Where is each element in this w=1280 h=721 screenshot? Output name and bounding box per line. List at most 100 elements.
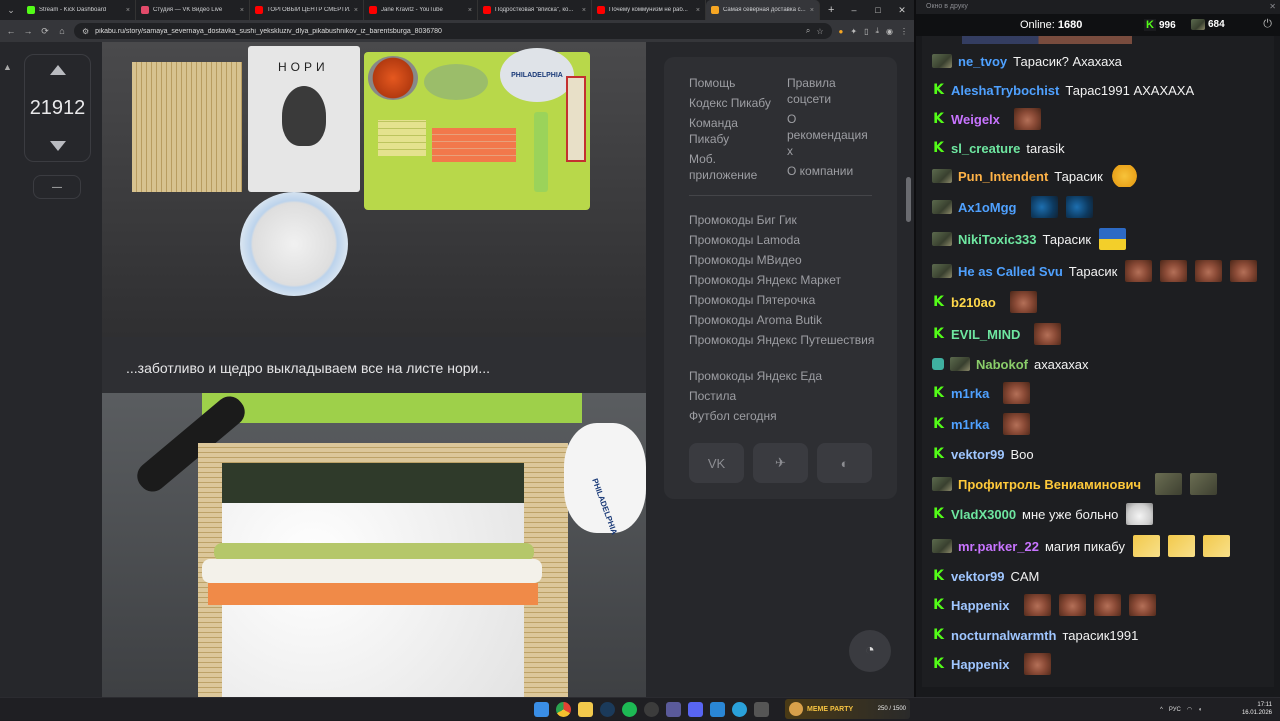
clock[interactable]: 17:11 16.01.2026 [1242, 701, 1272, 717]
chat-username[interactable]: Профитроль Вениаминович [958, 477, 1141, 492]
meme-party-widget[interactable]: MEME PARTY 250 / 1500 [785, 699, 910, 719]
chat-username[interactable]: b210ao [951, 295, 996, 310]
obs-icon[interactable] [644, 702, 659, 717]
tab-close-icon[interactable]: × [582, 7, 586, 14]
tab-search-icon[interactable]: ⌄ [0, 0, 22, 20]
volume-icon[interactable]: ◖ [1198, 707, 1202, 713]
start-icon[interactable] [534, 702, 549, 717]
zoom-icon[interactable]: ⌕ [806, 26, 810, 36]
close-window-button[interactable]: ✕ [890, 0, 914, 20]
tab-close-icon[interactable]: × [810, 7, 814, 14]
tray-overflow-icon[interactable]: ^ [1160, 707, 1163, 713]
footer-link[interactable]: Промокоды МВидео [689, 252, 879, 268]
chat-log[interactable]: ne_tvoy Тарасик? Ахахаха K AleshaTrybochist… [922, 36, 1274, 687]
dzen-icon[interactable]: ◐ [817, 443, 872, 483]
footer-link[interactable]: О рекомендация х [787, 111, 875, 159]
tab-close-icon[interactable]: × [126, 7, 130, 14]
footer-link[interactable]: Постила [689, 388, 879, 404]
extension-icon[interactable]: ● [839, 27, 844, 36]
chat-username[interactable]: He as Called Svu [958, 264, 1063, 279]
minimize-button[interactable]: – [842, 0, 866, 20]
download-icon[interactable]: ⤓ [875, 26, 879, 36]
collapse-arrow-icon[interactable]: ▲ [3, 62, 12, 72]
chat-username[interactable]: sl_creature [951, 141, 1020, 156]
browser-tab[interactable]: Stream - Kick Dashboard × [22, 0, 136, 20]
chat-close-icon[interactable]: ✕ [1269, 2, 1276, 11]
discord-icon[interactable] [688, 702, 703, 717]
bookmark-star-icon[interactable]: ☆ [816, 27, 823, 36]
footer-link[interactable]: О компании [787, 163, 875, 179]
chrome-icon[interactable] [556, 702, 571, 717]
site-info-icon[interactable]: ⚙ [82, 27, 89, 36]
home-icon[interactable]: ⌂ [57, 26, 67, 36]
footer-link[interactable]: Промокоды Пятерочка [689, 292, 879, 308]
chat-username[interactable]: EVIL_MIND [951, 327, 1020, 342]
chat-username[interactable]: AleshaTrybochist [951, 83, 1059, 98]
browser-menu-icon[interactable]: ⋮ [900, 27, 908, 36]
downvote-icon[interactable] [49, 141, 66, 151]
app-icon-misc[interactable] [754, 702, 769, 717]
chat-username[interactable]: mr.parker_22 [958, 539, 1039, 554]
chat-username[interactable]: m1rka [951, 386, 989, 401]
upvote-icon[interactable] [49, 65, 66, 75]
chat-username[interactable]: m1rka [951, 417, 989, 432]
telegram-icon[interactable]: ✈ [753, 443, 808, 483]
chat-username[interactable]: Happenix [951, 657, 1010, 672]
telegram-icon[interactable] [732, 702, 747, 717]
extensions-puzzle-icon[interactable]: ✦ [850, 27, 857, 36]
chat-username[interactable]: ne_tvoy [958, 54, 1007, 69]
chat-username[interactable]: vektor99 [951, 569, 1004, 584]
browser-tab[interactable]: Самая северная доставка с... × [706, 0, 820, 20]
browser-tab[interactable]: Jane Kravitz - YouTube × [364, 0, 478, 20]
chat-username[interactable]: NikiToxic333 [958, 232, 1037, 247]
footer-link[interactable]: Правила соцсети [787, 75, 875, 107]
footer-link[interactable]: Промокоды Aroma Butik [689, 312, 879, 328]
browser-tab[interactable]: Студия — VK Видео Live × [136, 0, 250, 20]
address-bar[interactable]: ⚙ pikabu.ru/story/samaya_severnaya_dosta… [74, 23, 832, 39]
explorer-icon[interactable] [578, 702, 593, 717]
browser-tab[interactable]: Подростковая "вписка", ко... × [478, 0, 592, 20]
chat-settings-icon[interactable]: ⏻ [1263, 18, 1272, 31]
tab-close-icon[interactable]: × [696, 7, 700, 14]
chat-username[interactable]: Nabokof [976, 357, 1028, 372]
maximize-button[interactable]: □ [866, 0, 890, 20]
page-scrollbar[interactable] [906, 177, 911, 222]
footer-link[interactable]: Команда Пикабу [689, 115, 781, 147]
network-icon[interactable]: ◠ [1187, 706, 1192, 713]
footer-link[interactable]: Промокоды Биг Гик [689, 212, 879, 228]
chat-username[interactable]: Happenix [951, 598, 1010, 613]
tab-close-icon[interactable]: × [354, 7, 358, 14]
footer-link[interactable]: Промокоды Lamoda [689, 232, 879, 248]
collapse-post-button[interactable]: — [33, 175, 81, 199]
chat-username[interactable]: VladX3000 [951, 507, 1016, 522]
new-tab-button[interactable]: + [820, 4, 842, 16]
vscode-icon[interactable] [710, 702, 725, 717]
sidebar-icon[interactable]: ▯ [864, 27, 868, 36]
tab-close-icon[interactable]: × [240, 7, 244, 14]
profile-icon[interactable]: ◉ [886, 27, 893, 36]
footer-link[interactable]: Моб. приложение [689, 151, 781, 183]
footer-link[interactable]: Кодекс Пикабу [689, 95, 781, 111]
footer-link[interactable]: Промокоды Яндекс Маркет [689, 272, 879, 288]
steam-icon[interactable] [600, 702, 615, 717]
chat-username[interactable]: vektor99 [951, 447, 1004, 462]
spotify-icon[interactable] [622, 702, 637, 717]
reload-icon[interactable]: ⟳ [40, 26, 50, 37]
language-indicator[interactable]: РУС [1169, 707, 1181, 713]
chat-username[interactable]: Pun_Intendent [958, 169, 1048, 184]
chat-username[interactable]: Ax1oMgg [958, 200, 1017, 215]
theme-palette-button[interactable]: ◔ [849, 630, 891, 672]
footer-link[interactable]: Футбол сегодня [689, 408, 879, 424]
active-app-icon[interactable] [666, 702, 681, 717]
forward-icon[interactable]: → [23, 26, 33, 36]
browser-tab[interactable]: Почему коммунизм не раб... × [592, 0, 706, 20]
back-icon[interactable]: ← [6, 26, 16, 36]
footer-link[interactable]: Помощь [689, 75, 781, 91]
tab-close-icon[interactable]: × [468, 7, 472, 14]
footer-link[interactable]: Промокоды Яндекс Еда [689, 368, 879, 384]
chat-username[interactable]: Weigelx [951, 112, 1000, 127]
vk-icon[interactable]: VK [689, 443, 744, 483]
browser-tab[interactable]: ТОРГОВЫЙ ЦЕНТР СМЕРТИ... × [250, 0, 364, 20]
chat-username[interactable]: nocturnalwarmth [951, 628, 1056, 643]
footer-link[interactable]: Промокоды Яндекс Путешествия [689, 332, 879, 348]
